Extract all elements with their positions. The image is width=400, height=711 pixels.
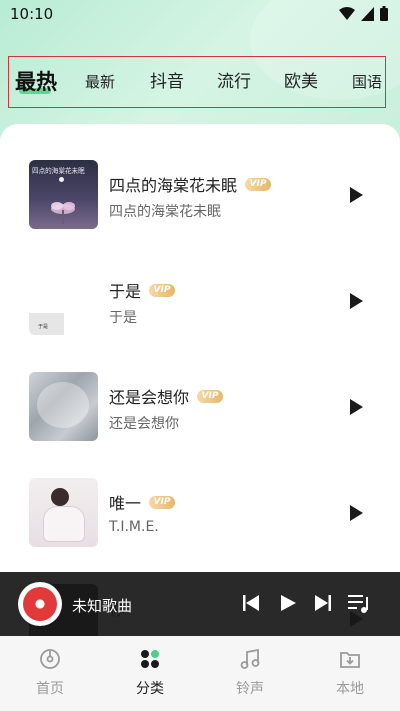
nav-category[interactable]: 分类 <box>120 648 180 698</box>
signal-icon <box>361 6 374 21</box>
category-icon <box>141 650 159 668</box>
list-item[interactable]: 唯一 VIP T.I.M.E. <box>0 442 400 548</box>
album-cover: 于是 <box>29 266 98 335</box>
battery-icon <box>380 6 388 21</box>
flower-icon <box>51 202 75 224</box>
vip-badge: VIP <box>245 177 272 191</box>
song-subtitle: 四点的海棠花未眠 <box>109 204 221 220</box>
list-item[interactable]: 于是 于是 VIP 于是 <box>0 230 400 336</box>
nav-ringtone[interactable]: 铃声 <box>220 648 280 698</box>
song-subtitle: T.I.M.E. <box>109 519 159 535</box>
play-icon[interactable] <box>346 503 366 523</box>
song-title-row: 还是会想你 VIP <box>109 384 224 408</box>
wifi-icon <box>339 6 355 20</box>
vip-badge: VIP <box>197 389 224 403</box>
nav-home-label: 首页 <box>36 681 64 697</box>
nav-home[interactable]: 首页 <box>20 648 80 698</box>
player-disc-icon[interactable] <box>18 582 62 626</box>
song-subtitle: 于是 <box>109 310 137 326</box>
nav-local-label: 本地 <box>336 681 364 697</box>
album-cover: 四点的海棠花未眠 <box>29 160 98 229</box>
play-icon[interactable] <box>346 291 366 311</box>
list-item[interactable]: 还是会想你 VIP 还是会想你 <box>0 336 400 442</box>
mini-player[interactable]: 未知歌曲 <box>0 572 400 636</box>
play-icon[interactable] <box>346 185 366 205</box>
song-subtitle: 还是会想你 <box>109 416 179 432</box>
song-title: 还是会想你 <box>109 388 190 407</box>
song-title: 四点的海棠花未眠 <box>109 176 238 195</box>
play-icon[interactable] <box>346 397 366 417</box>
cover-figure-body <box>43 506 85 542</box>
tab-hot[interactable]: 最热 <box>15 57 57 107</box>
album-cover <box>29 478 98 547</box>
song-title-row: 四点的海棠花未眠 VIP <box>109 172 272 196</box>
tab-newest[interactable]: 最新 <box>85 57 115 107</box>
tab-mandarin[interactable]: 国语 <box>352 57 382 107</box>
cover-figure <box>51 488 69 506</box>
cover-texture <box>37 382 89 428</box>
previous-icon[interactable] <box>242 594 260 612</box>
cover-caption: 四点的海棠花未眠 <box>32 167 85 175</box>
list-item[interactable]: 四点的海棠花未眠 四点的海棠花未眠 VIP 四点的海棠花未眠 <box>0 124 400 230</box>
category-tabs: 最热 最新 抖音 流行 欧美 国语 <box>8 56 386 108</box>
cover-caption: 于是 <box>38 324 49 330</box>
nav-local[interactable]: 本地 <box>320 648 380 698</box>
tab-western[interactable]: 欧美 <box>284 57 318 107</box>
song-title-row: 唯一 VIP <box>109 490 176 514</box>
song-list: 四点的海棠花未眠 四点的海棠花未眠 VIP 四点的海棠花未眠 于是 于是 VIP… <box>0 124 400 644</box>
next-icon[interactable] <box>314 594 332 612</box>
cover-moon-icon <box>59 177 64 182</box>
nav-ringtone-label: 铃声 <box>236 681 264 697</box>
status-time: 10:10 <box>10 5 54 23</box>
status-bar: 10:10 <box>0 0 400 28</box>
vip-badge: VIP <box>149 495 176 509</box>
disc-label <box>23 587 57 621</box>
local-download-icon <box>340 652 360 668</box>
song-title: 唯一 <box>109 494 142 513</box>
music-note-icon <box>240 648 260 669</box>
disc-icon <box>40 649 60 669</box>
nav-category-label: 分类 <box>136 681 164 697</box>
song-title: 于是 <box>109 282 142 301</box>
bottom-nav: 首页 分类 铃声 本地 <box>0 636 400 711</box>
player-song-title: 未知歌曲 <box>72 597 133 615</box>
tab-pop[interactable]: 流行 <box>217 57 251 107</box>
play-pause-icon[interactable] <box>279 594 297 612</box>
song-title-row: 于是 VIP <box>109 278 176 302</box>
playlist-icon[interactable] <box>348 594 372 614</box>
status-icons <box>339 6 388 21</box>
vip-badge: VIP <box>149 283 176 297</box>
tab-douyin[interactable]: 抖音 <box>150 57 184 107</box>
album-cover <box>29 372 98 441</box>
